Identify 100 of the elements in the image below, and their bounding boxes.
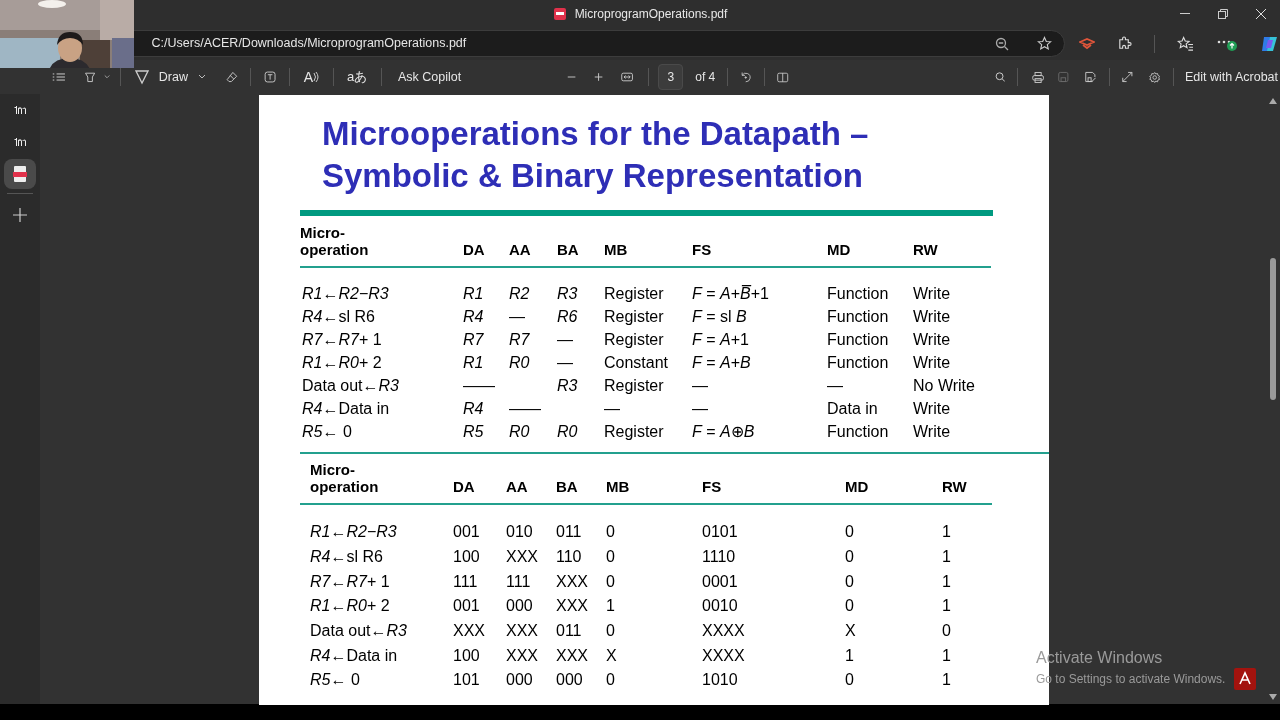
table-cell: 0 [942,622,951,640]
table-cell: 0 [845,523,854,541]
table-cell: 001 [453,597,480,615]
table-cell: Write [913,330,951,348]
table-cell: 1110 [702,548,736,566]
table-cell: 011 [556,523,582,541]
text-box-icon[interactable] [263,69,277,85]
column-header: Micro- operation [300,224,369,258]
column-header: MD [845,478,869,495]
table-cell: F = A+B̅+1 [692,284,769,302]
table-cell: R4 [463,399,484,417]
table-cell: Write [913,422,951,440]
column-header: Micro- operation [310,461,379,495]
search-icon[interactable] [994,70,1006,84]
table-cell: X [606,646,617,664]
table-cell: Function [827,330,889,348]
page-view-icon[interactable] [777,70,789,84]
table-cell: 0010 [702,597,738,615]
table-cell: XXX [556,572,588,590]
table-cell: R0 [509,422,530,440]
table-cell: — [604,399,620,417]
read-aloud-button[interactable]: A [301,65,322,89]
table-cell: R1←R2−R3 [310,523,397,541]
column-header: FS [702,478,722,495]
table-cell: 1 [942,523,951,541]
extensions-icon[interactable] [1117,36,1132,51]
table-cell: Data out←R3 [310,622,407,640]
favorite-star-icon[interactable] [1037,36,1052,51]
table-cell: XXXX [702,646,745,664]
tab-button[interactable] [4,159,36,189]
scrollbar-thumb[interactable] [1270,258,1276,400]
fit-width-icon[interactable] [621,70,634,84]
column-header: MD [827,241,851,258]
table-cell: R5← 0 [310,671,360,689]
favorites-icon[interactable] [1177,36,1194,51]
zoom-out-icon[interactable] [995,36,1009,51]
column-header: DA [463,241,485,258]
pen-icon [134,69,149,85]
table-cell: XXXX [702,622,745,640]
save-as-icon[interactable] [1084,70,1097,84]
eraser-icon[interactable] [225,69,239,85]
table-cell: 011 [556,622,582,640]
draw-button[interactable]: Draw [130,64,210,90]
cap-icon[interactable] [1079,36,1095,51]
table-cell: R4 [463,307,484,325]
table-cell: R4←sl R6 [302,307,375,325]
scroll-up-icon[interactable] [1269,98,1277,104]
table-cell: F = A+1 [692,330,749,348]
acrobat-icon[interactable] [1234,668,1256,690]
translate-button[interactable]: aあ [344,67,370,87]
table-cell: —— [509,399,541,417]
table-cell: 0 [606,523,615,541]
table-cell: — [557,353,573,371]
column-header: AA [506,478,528,495]
table-cell: XXX [453,622,485,640]
caret-icon[interactable] [103,74,110,80]
table-cell: 1 [942,646,951,664]
fullscreen-icon[interactable] [1122,70,1133,84]
table-cell: Write [913,353,951,371]
table-cell: 100 [453,646,480,664]
table-cell: — [692,399,708,417]
table-cell: 000 [506,597,533,615]
table-cell: 111 [453,572,478,590]
table-cell: R1←R0+ 2 [310,597,390,615]
table-cell: 101 [453,671,480,689]
list-icon[interactable] [52,70,66,84]
table-cell: 010 [506,523,533,541]
print-icon[interactable] [1032,69,1045,85]
minimize-icon [1180,13,1190,15]
window-title: MicroprogramOperations.pdf [574,6,728,23]
page-number-field[interactable]: 3 [658,64,684,90]
table-cell: 110 [556,548,582,566]
rotate-icon[interactable] [740,69,752,85]
table-cell: R4←sl R6 [310,548,383,566]
table-cell: — [692,376,708,394]
column-header: MB [604,241,628,258]
table-cell: XXX [506,646,538,664]
zoom-in-icon[interactable] [594,71,604,83]
page-count-label: of 4 [695,69,716,86]
edit-with-acrobat-button[interactable]: Edit with Acrobat [1182,67,1280,87]
table-cell: — [827,376,843,394]
table-cell: R1←R0+ 2 [302,353,382,371]
table-cell: Write [913,284,951,302]
ask-copilot-button[interactable]: Ask Copilot [395,67,464,87]
table-cell: Write [913,399,951,417]
settings-icon[interactable] [1148,69,1161,85]
table-cell: 1 [942,671,951,689]
column-header: MB [606,478,630,495]
table-cell: Function [827,422,889,440]
column-header: FS [692,241,712,258]
table-cell: R7←R7+ 1 [310,572,390,590]
scroll-down-icon[interactable] [1269,694,1277,700]
table-cell: XXX [556,597,588,615]
column-header: AA [509,241,531,258]
column-header: BA [556,478,578,495]
slide-title: Microoperations for the Datapath – Symbolic & Binary Representation [322,114,870,196]
table-cell: Function [827,284,889,302]
table-cell: Constant [604,353,669,371]
new-tab-icon[interactable] [13,208,27,222]
table-cell: R4←Data in [302,399,390,417]
